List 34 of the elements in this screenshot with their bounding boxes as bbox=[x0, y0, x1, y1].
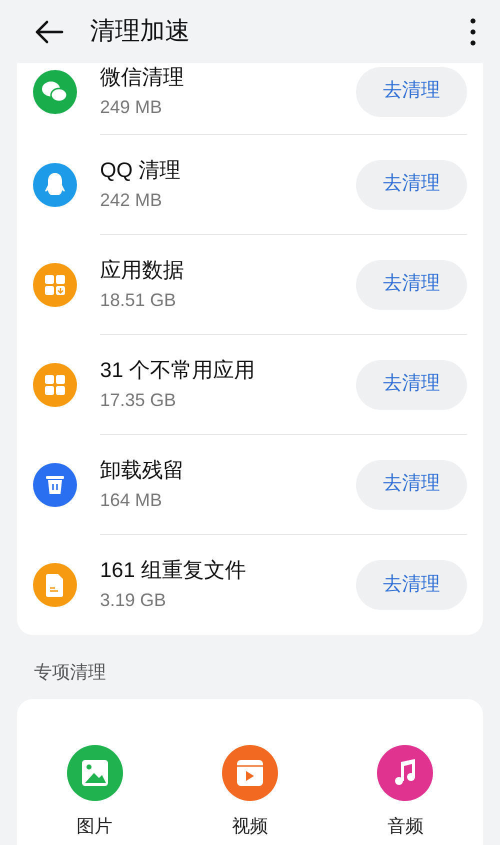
clean-button[interactable]: 去清理 bbox=[356, 460, 467, 510]
item-title: 微信清理 bbox=[100, 64, 185, 90]
clean-button[interactable]: 去清理 bbox=[356, 160, 467, 210]
more-options-icon[interactable] bbox=[470, 16, 476, 46]
clean-button[interactable]: 去清理 bbox=[356, 260, 467, 310]
clean-button[interactable]: 去清理 bbox=[356, 560, 467, 610]
item-title: 应用数据 bbox=[100, 258, 185, 284]
chat-bubbles-icon bbox=[33, 70, 77, 114]
video-icon[interactable] bbox=[222, 745, 278, 801]
item-title: 31 个不常用应用 bbox=[100, 358, 256, 384]
clean-button[interactable]: 去清理 bbox=[356, 360, 467, 410]
section-title: 专项清理 bbox=[34, 662, 106, 682]
clean-button[interactable]: 去清理 bbox=[356, 66, 467, 116]
item-size: 3.19 GB bbox=[100, 589, 168, 612]
item-size: 18.51 GB bbox=[100, 288, 178, 312]
app-grid-icon bbox=[33, 263, 77, 307]
penguin-icon bbox=[33, 163, 77, 207]
category-label: 音频 bbox=[387, 815, 424, 838]
back-arrow-icon[interactable] bbox=[34, 20, 64, 44]
image-icon[interactable] bbox=[66, 745, 123, 801]
document-icon bbox=[33, 563, 77, 607]
music-note-icon[interactable] bbox=[377, 745, 434, 801]
item-size: 249 MB bbox=[100, 96, 164, 118]
item-size: 17.35 GB bbox=[100, 388, 178, 412]
category-label: 视频 bbox=[232, 815, 268, 838]
item-title: 161 组重复文件 bbox=[100, 558, 247, 584]
app-grid-icon bbox=[33, 363, 77, 407]
page-title: 清理加速 bbox=[90, 16, 190, 47]
item-size: 164 MB bbox=[100, 488, 164, 512]
category-label: 图片 bbox=[76, 815, 113, 838]
item-size: 242 MB bbox=[100, 188, 164, 212]
trash-icon bbox=[33, 463, 77, 507]
item-title: QQ 清理 bbox=[100, 158, 182, 184]
item-title: 卸载残留 bbox=[100, 458, 185, 484]
